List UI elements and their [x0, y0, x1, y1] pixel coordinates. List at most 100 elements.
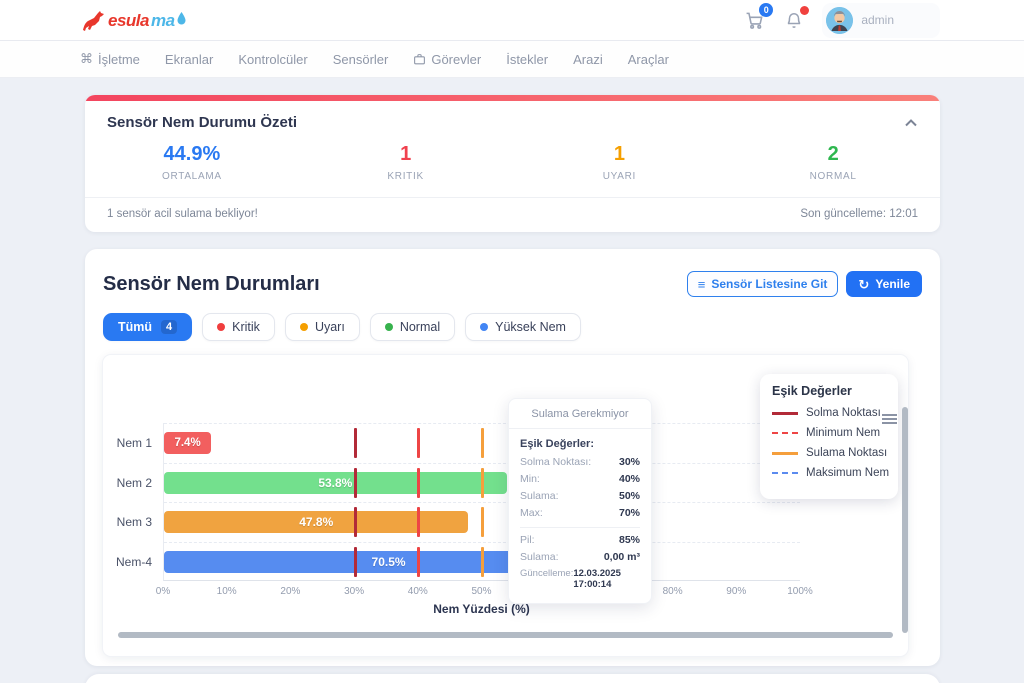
nav-item-i-stekler[interactable]: İstekler — [506, 52, 548, 67]
nav-item-label: Ekranlar — [165, 52, 213, 67]
x-tick: 30% — [344, 586, 364, 597]
nav-item-ekranlar[interactable]: Ekranlar — [165, 52, 213, 67]
chevron-up-icon — [904, 118, 918, 128]
filter-normal[interactable]: Normal — [370, 313, 455, 341]
x-tick: 20% — [280, 586, 300, 597]
legend-item-solma-noktas[interactable]: Solma Noktası — [772, 407, 886, 419]
moisture-bar-nem-3[interactable]: 47.8% — [164, 511, 468, 533]
bar-chart-plot: Nem 17.4%Nem 253.8%Nem 347.8%Nem-470.5% — [163, 423, 800, 581]
tooltip-row-value: 12.03.2025 17:00:14 — [573, 568, 640, 590]
nav-item-ara-lar[interactable]: Araçlar — [628, 52, 669, 67]
collapse-button[interactable] — [904, 118, 918, 128]
sensor-list-button[interactable]: ≡ Sensör Listesine Git — [687, 271, 839, 297]
nav-item-label: İşletme — [98, 52, 140, 67]
user-menu[interactable]: admin — [822, 3, 940, 38]
stat-label: UYARI — [513, 171, 727, 182]
x-tick: 100% — [787, 586, 813, 597]
legend-item-minimum-nem[interactable]: Minimum Nem — [772, 427, 886, 439]
username-label: admin — [861, 13, 894, 27]
filter-label: Yüksek Nem — [495, 320, 566, 334]
tooltip-row-solma-noktas: Solma Noktası:30% — [520, 456, 640, 468]
horse-logo-icon — [80, 9, 106, 31]
cart-count-badge: 0 — [759, 3, 773, 17]
filter-label: Kritik — [232, 320, 260, 334]
refresh-icon: ↻ — [858, 278, 869, 291]
notifications-button[interactable] — [782, 8, 806, 32]
nav-item-label: Arazi — [573, 52, 603, 67]
stat-label: ORTALAMA — [85, 171, 299, 182]
chart-tooltip: Sulama Gerekmiyor Eşik Değerler: Solma N… — [508, 398, 652, 604]
list-icon: ≡ — [698, 278, 706, 291]
nav-item-kontrolc-ler[interactable]: Kontrolcüler — [238, 52, 307, 67]
tooltip-row-value: 85% — [619, 534, 640, 546]
summary-title: Sensör Nem Durumu Özeti — [107, 114, 297, 131]
filter-t-m[interactable]: Tümü4 — [103, 313, 192, 341]
threshold-line-sulama-noktas — [481, 547, 484, 577]
x-axis-label: Nem Yüzdesi (%) — [163, 602, 800, 616]
stat-normal: 2NORMAL — [726, 142, 940, 182]
moisture-bar-nem-1[interactable]: 7.4% — [164, 432, 211, 454]
droplet-icon — [177, 12, 186, 25]
chart-menu-icon[interactable] — [882, 412, 897, 426]
stat-kritik: 1KRITIK — [299, 142, 513, 182]
threshold-line-minimum-nem — [417, 547, 420, 577]
nav-item-i-letme[interactable]: ⌘ İşletme — [80, 51, 140, 67]
command-icon: ⌘ — [80, 51, 93, 67]
nav-item-g-revler[interactable]: Görevler — [413, 52, 481, 67]
legend-label: Sulama Noktası — [806, 447, 887, 459]
notification-dot — [800, 6, 809, 15]
filter-y-ksek-nem[interactable]: Yüksek Nem — [465, 313, 581, 341]
category-label: Nem 3 — [117, 515, 152, 529]
threshold-line-solma-noktas — [354, 507, 357, 537]
x-tick: 80% — [663, 586, 683, 597]
sensor-list-button-label: Sensör Listesine Git — [711, 277, 827, 291]
sensors-section: Sensör Nem Durumları ≡ Sensör Listesine … — [85, 249, 940, 666]
filter-count-badge: 4 — [161, 320, 177, 334]
tooltip-row-pil: Pil:85% — [520, 534, 640, 546]
threshold-line-solma-noktas — [354, 428, 357, 458]
legend-swatch — [772, 452, 798, 455]
stat-value: 1 — [513, 142, 727, 166]
legend-swatch — [772, 432, 798, 434]
filter-bar: Tümü4 Kritik Uyarı Normal Yüksek Nem — [103, 313, 922, 341]
tooltip-threshold-rows: Solma Noktası:30%Min:40%Sulama:50%Max:70… — [520, 456, 640, 519]
filter-dot — [300, 323, 308, 331]
legend-item-maksimum-nem[interactable]: Maksimum Nem — [772, 467, 886, 479]
stat-uyari: 1 UYARI — [513, 142, 727, 182]
filter-uyar[interactable]: Uyarı — [285, 313, 360, 341]
legend-swatch — [772, 472, 798, 474]
stat-label: KRITIK — [299, 171, 513, 182]
avatar — [826, 7, 853, 34]
legend-label: Maksimum Nem — [806, 467, 889, 479]
next-section-card-edge — [85, 674, 940, 683]
app-logo[interactable]: esulama — [80, 9, 186, 31]
filter-dot — [217, 323, 225, 331]
refresh-button[interactable]: ↻ Yenile — [846, 271, 922, 297]
bar-row-nem-1: Nem 17.4% — [164, 423, 800, 463]
threshold-line-solma-noktas — [354, 468, 357, 498]
last-update-text: Son güncelleme: 12:01 — [800, 208, 918, 220]
nav-item-label: Sensörler — [333, 52, 389, 67]
briefcase-icon — [413, 53, 426, 66]
x-tick: 40% — [408, 586, 428, 597]
horizontal-scrollbar[interactable] — [118, 632, 893, 638]
nav-item-arazi[interactable]: Arazi — [573, 52, 603, 67]
nav-item-label: Araçlar — [628, 52, 669, 67]
tooltip-row-value: 70% — [619, 507, 640, 519]
moisture-bar-nem-2[interactable]: 53.8% — [164, 472, 507, 494]
legend-item-sulama-noktas[interactable]: Sulama Noktası — [772, 447, 886, 459]
threshold-line-sulama-noktas — [481, 428, 484, 458]
x-tick: 0% — [156, 586, 170, 597]
main-nav: ⌘ İşletme Ekranlar Kontrolcüler Sensörler Gör… — [0, 41, 1024, 78]
cart-button[interactable]: 0 — [742, 8, 766, 32]
threshold-line-sulama-noktas — [481, 507, 484, 537]
legend-label: Minimum Nem — [806, 427, 880, 439]
bar-row-nem-3: Nem 347.8% — [164, 502, 800, 542]
tooltip-row-label: Max: — [520, 507, 543, 519]
filter-kritik[interactable]: Kritik — [202, 313, 275, 341]
tooltip-row-label: Min: — [520, 473, 540, 485]
x-tick: 10% — [217, 586, 237, 597]
vertical-scrollbar[interactable] — [902, 407, 908, 633]
tooltip-row-max: Max: 70% — [520, 507, 640, 519]
nav-item-sens-rler[interactable]: Sensörler — [333, 52, 389, 67]
